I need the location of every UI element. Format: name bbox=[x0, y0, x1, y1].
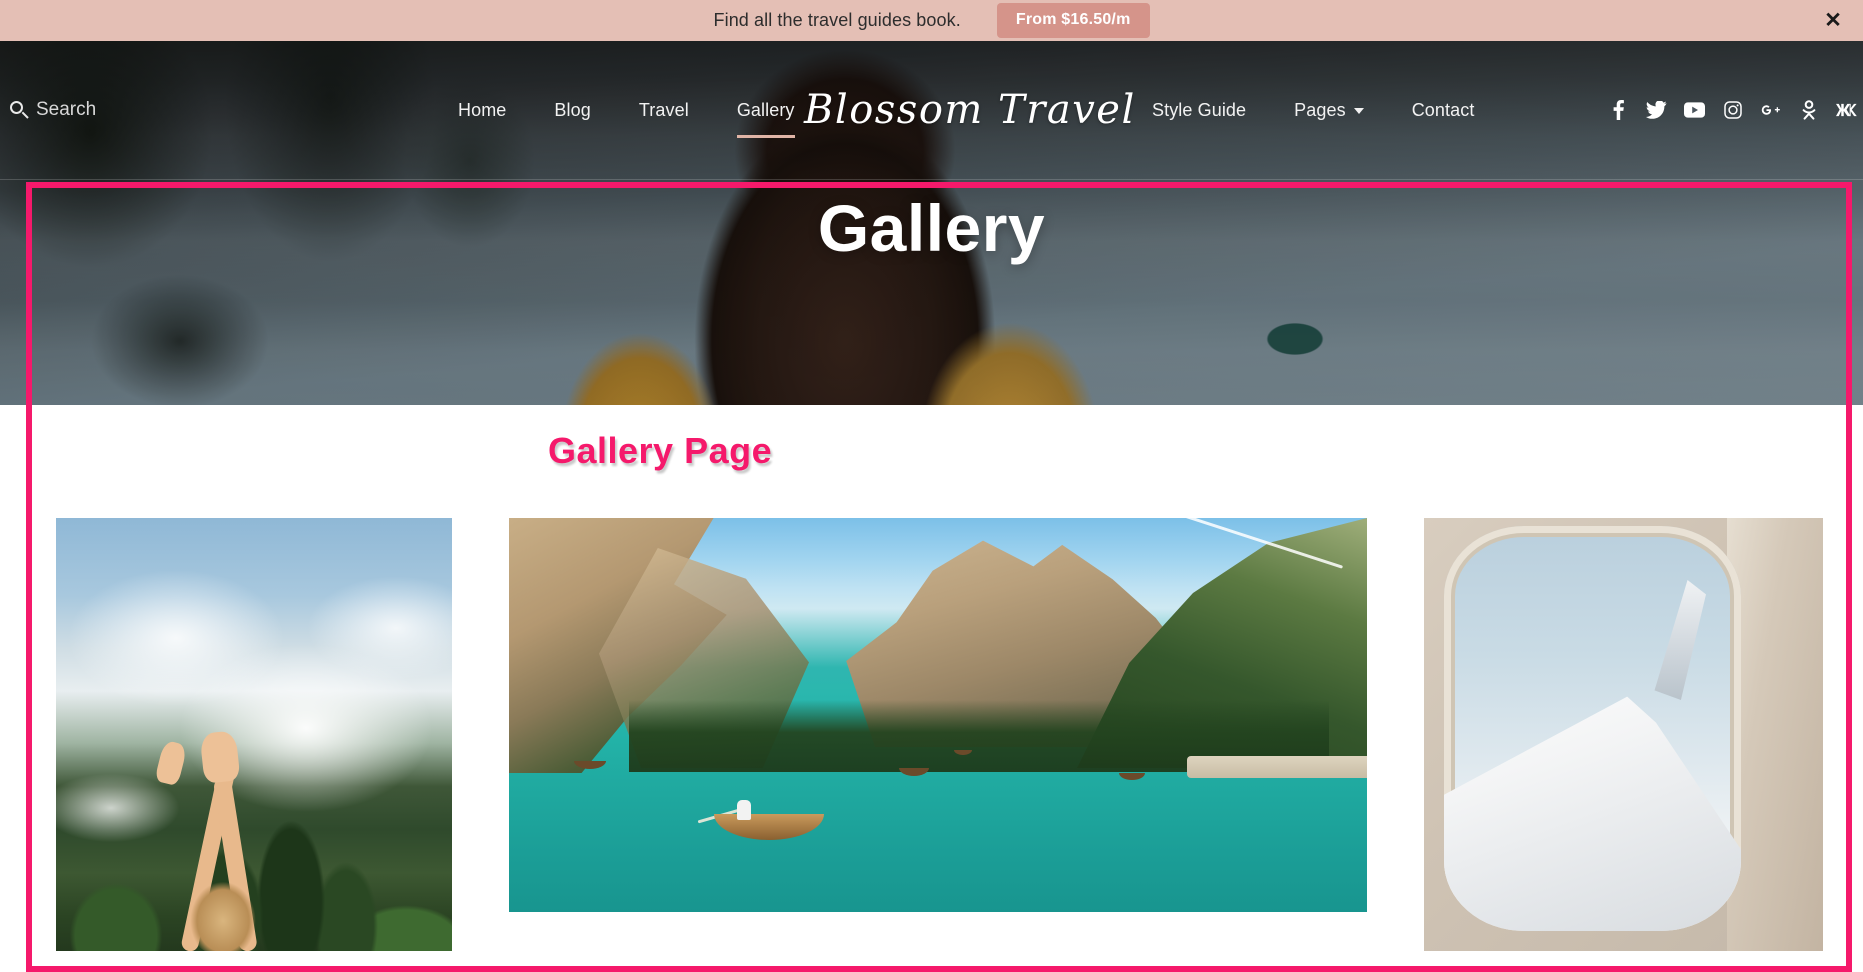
nav-item-pages-label: Pages bbox=[1294, 100, 1346, 120]
promo-banner: Find all the travel guides book. From $1… bbox=[0, 0, 1863, 41]
promo-text: Find all the travel guides book. bbox=[713, 10, 961, 30]
section-heading: Gallery Page bbox=[546, 429, 773, 473]
facebook-icon[interactable] bbox=[1608, 99, 1629, 121]
promo-cta-button[interactable]: From $16.50/m bbox=[996, 3, 1150, 38]
nav-links-left: Home Blog Travel Gallery bbox=[434, 41, 819, 180]
braies-boat-right bbox=[1119, 773, 1145, 780]
instagram-icon[interactable] bbox=[1722, 99, 1743, 121]
social-links bbox=[1608, 99, 1857, 121]
braies-shore bbox=[1187, 756, 1367, 778]
nav-item-style-guide[interactable]: Style Guide bbox=[1128, 41, 1270, 180]
nav-item-blog[interactable]: Blog bbox=[530, 41, 614, 180]
close-icon[interactable]: ✕ bbox=[1819, 7, 1847, 35]
gallery-image-napali-cliffs[interactable] bbox=[56, 518, 452, 951]
braies-rower bbox=[737, 800, 751, 820]
braies-boat-mid bbox=[899, 768, 929, 776]
page-title: Gallery bbox=[817, 191, 1046, 265]
search-label: Search bbox=[36, 99, 97, 120]
napali-hair bbox=[188, 879, 258, 951]
search-icon bbox=[10, 101, 29, 119]
nav-links-right: Style Guide Pages Contact bbox=[1128, 41, 1498, 180]
gallery-column-center bbox=[509, 518, 1367, 912]
main-navigation: Search Home Blog Travel Gallery Blossom … bbox=[0, 41, 1863, 180]
googleplus-icon[interactable] bbox=[1760, 99, 1781, 121]
gallery-image-lago-di-braies[interactable] bbox=[509, 518, 1367, 912]
search-button[interactable]: Search bbox=[10, 99, 96, 121]
gallery-column-left bbox=[56, 518, 452, 951]
gallery-column-right bbox=[1424, 518, 1823, 951]
chevron-down-icon bbox=[1353, 107, 1364, 114]
nav-item-travel[interactable]: Travel bbox=[615, 41, 713, 180]
gallery-grid bbox=[0, 518, 1863, 951]
plane-cabin-wall bbox=[1727, 518, 1823, 951]
page-content: Gallery Page bbox=[0, 405, 1863, 951]
vk-icon[interactable] bbox=[1836, 99, 1857, 121]
youtube-icon[interactable] bbox=[1684, 99, 1705, 121]
braies-boat-foreground bbox=[714, 814, 824, 840]
twitter-icon[interactable] bbox=[1646, 99, 1667, 121]
plane-wing bbox=[1444, 696, 1741, 931]
nav-item-pages[interactable]: Pages bbox=[1270, 41, 1388, 180]
site-logo[interactable]: Blossom Travel bbox=[804, 87, 1136, 133]
odnoklassniki-icon[interactable] bbox=[1798, 99, 1819, 121]
plane-window bbox=[1444, 526, 1741, 931]
plane-winglet bbox=[1654, 580, 1706, 700]
nav-item-contact[interactable]: Contact bbox=[1388, 41, 1499, 180]
nav-item-home[interactable]: Home bbox=[434, 41, 530, 180]
nav-item-gallery[interactable]: Gallery bbox=[713, 41, 819, 180]
gallery-image-airplane-window[interactable] bbox=[1424, 518, 1823, 951]
